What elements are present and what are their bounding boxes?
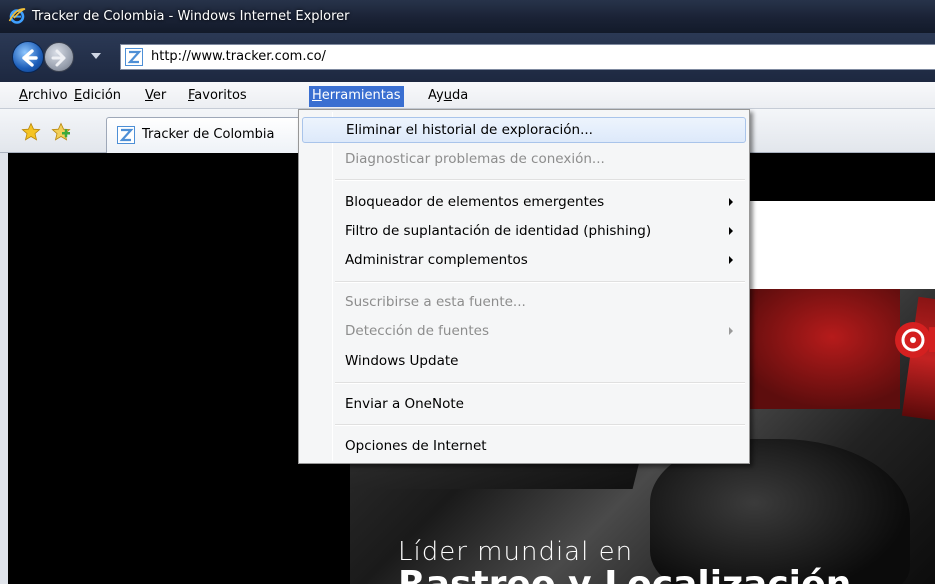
menu-item-label: Windows Update [345,353,459,369]
menu-item-opciones-internet[interactable]: Opciones de Internet [302,433,746,459]
menu-item-deteccion-fuentes[interactable]: Detección de fuentes [302,318,746,344]
menu-ayuda[interactable]: Ayuda [426,87,470,106]
menu-bar: Archivo Edición Ver Favoritos Herramient… [0,82,935,109]
menu-item-label: Administrar complementos [345,252,528,268]
hero-headline-2: Rastreo y Localización [398,564,851,584]
history-dropdown-button[interactable] [91,53,101,59]
hero-seat-shape [730,289,900,409]
menu-separator [335,179,745,181]
menu-separator [335,424,745,426]
tab-tracker-de-colombia[interactable]: Tracker de Colombia [106,117,306,153]
menu-item-label: Suscribirse a esta fuente... [345,294,526,310]
tracker-z-icon [117,126,135,144]
menu-item-label: Enviar a OneNote [345,396,464,412]
submenu-arrow-icon [729,227,733,235]
menu-favoritos[interactable]: Favoritos [186,87,249,106]
arrow-right-icon [51,49,66,67]
add-favorite-icon[interactable] [51,122,71,142]
menu-ver[interactable]: Ver [143,87,168,106]
address-row: http://www.tracker.com.co/ [0,33,935,82]
ie-icon [8,8,26,24]
address-field[interactable]: http://www.tracker.com.co/ [120,44,935,70]
menu-archivo[interactable]: Archivo [17,87,70,106]
menu-item-eliminar-historial[interactable]: Eliminar el historial de exploración... [302,117,746,143]
menu-item-label: Diagnosticar problemas de conexión... [345,151,605,167]
menu-item-filtro-phishing[interactable]: Filtro de suplantación de identidad (phi… [302,218,746,244]
hero-headline-1: Líder mundial en [398,537,634,567]
menu-edicion[interactable]: Edición [72,87,123,106]
forward-button[interactable] [44,42,74,72]
page-header-panel [740,201,935,289]
brand-logo-letter: E [926,324,935,358]
submenu-arrow-icon [729,256,733,264]
menu-separator [335,281,745,283]
menu-item-complementos[interactable]: Administrar complementos [302,247,746,273]
menu-item-label: Filtro de suplantación de identidad (phi… [345,223,652,239]
submenu-arrow-icon [729,327,733,335]
menu-item-label: Bloqueador de elementos emergentes [345,194,605,210]
url-text: http://www.tracker.com.co/ [151,49,326,64]
tab-label: Tracker de Colombia [142,127,275,142]
menu-item-enviar-onenote[interactable]: Enviar a OneNote [302,391,746,417]
arrow-left-icon [22,49,38,67]
menu-item-suscribirse[interactable]: Suscribirse a esta fuente... [302,289,746,315]
tools-menu: Eliminar el historial de exploración... … [298,109,750,464]
menu-item-label: Detección de fuentes [345,323,489,339]
back-button[interactable] [12,41,44,73]
title-bar: Tracker de Colombia - Windows Internet E… [0,0,935,33]
window-title: Tracker de Colombia - Windows Internet E… [32,9,350,24]
menu-separator [335,382,745,384]
menu-item-windows-update[interactable]: Windows Update [302,348,746,374]
menu-herramientas[interactable]: Herramientas [309,86,404,107]
menu-item-label: Eliminar el historial de exploración... [346,122,593,138]
menu-item-bloqueador[interactable]: Bloqueador de elementos emergentes [302,189,746,215]
submenu-arrow-icon [729,198,733,206]
menu-item-label: Opciones de Internet [345,438,487,454]
favorites-star-icon[interactable] [21,122,41,142]
tracker-z-icon [125,48,143,66]
content-left-edge [0,153,8,584]
menu-item-diagnosticar[interactable]: Diagnosticar problemas de conexión... [302,146,746,172]
